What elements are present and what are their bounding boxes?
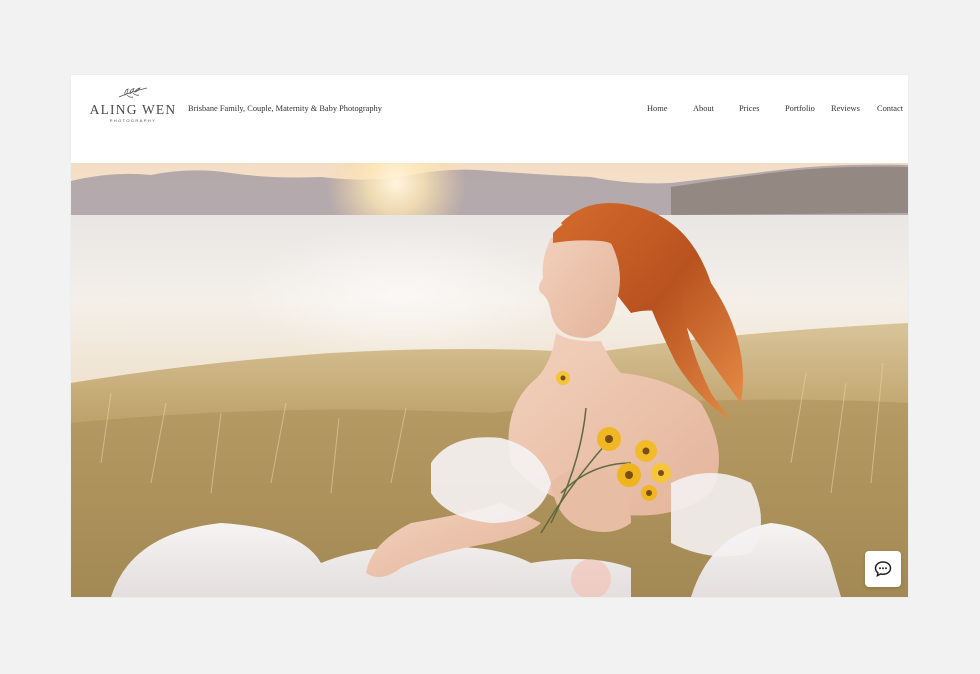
- chat-button[interactable]: [865, 551, 901, 587]
- nav-contact[interactable]: Contact: [877, 104, 903, 113]
- site-header: ALING WEN PHOTOGRAPHY Brisbane Family, C…: [71, 75, 908, 163]
- nav-about[interactable]: About: [693, 104, 714, 113]
- logo-subtitle: PHOTOGRAPHY: [109, 118, 157, 123]
- chat-bubble-icon: [874, 561, 892, 577]
- nav-reviews[interactable]: Reviews: [831, 104, 860, 113]
- leaf-sprig-icon: [118, 87, 148, 98]
- nav-prices[interactable]: Prices: [739, 104, 759, 113]
- site-frame: ALING WEN PHOTOGRAPHY Brisbane Family, C…: [71, 75, 908, 597]
- hero-image: [71, 163, 908, 597]
- main-nav: Home About Prices Portfolio Reviews Cont…: [71, 104, 908, 118]
- nav-home[interactable]: Home: [647, 104, 667, 113]
- hero-photo: [71, 163, 908, 597]
- nav-portfolio[interactable]: Portfolio: [785, 104, 815, 113]
